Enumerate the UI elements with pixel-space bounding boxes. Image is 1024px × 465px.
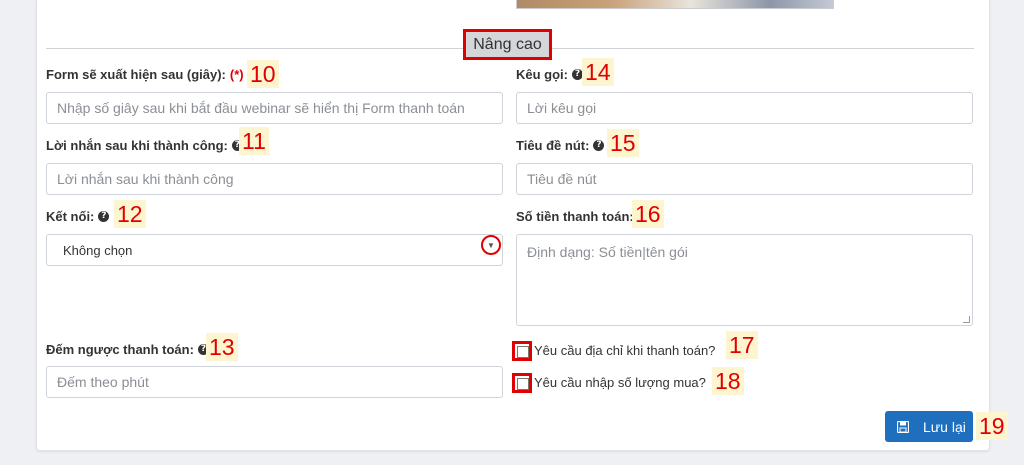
annotation-number-17: 17 <box>726 331 758 359</box>
require-quantity-label: Yêu cầu nhập số lượng mua? <box>534 375 706 390</box>
button-title-label: Tiêu đề nút: ? <box>516 138 605 153</box>
required-marker: (*) <box>229 67 244 82</box>
annotation-number-13: 13 <box>206 333 238 361</box>
annotation-number-19: 19 <box>976 412 1008 440</box>
countdown-label: Đếm ngược thanh toán: ? <box>46 342 209 357</box>
thumbnail-image <box>516 0 834 9</box>
annotation-number-11: 11 <box>239 127 269 155</box>
floppy-disk-icon <box>897 420 909 433</box>
resize-handle-icon[interactable] <box>963 316 970 323</box>
payment-amount-textarea[interactable]: Định dạng: Số tiền|tên gói <box>516 234 973 326</box>
require-address-checkbox[interactable] <box>512 341 532 361</box>
success-message-input[interactable]: Lời nhắn sau khi thành công <box>46 163 503 195</box>
require-quantity-checkbox[interactable] <box>512 373 532 393</box>
annotation-number-18: 18 <box>712 367 744 395</box>
payment-amount-label: Số tiền thanh toán: <box>516 209 634 224</box>
form-delay-input[interactable]: Nhập số giây sau khi bắt đầu webinar sẽ … <box>46 92 503 124</box>
form-delay-label: Form sẽ xuất hiện sau (giây): (*) <box>46 67 244 82</box>
help-icon: ? <box>593 140 605 151</box>
connection-label-text: Kết nối: <box>46 209 95 224</box>
payment-amount-label-text: Số tiền thanh toán: <box>516 209 634 224</box>
annotation-number-12: 12 <box>114 200 146 228</box>
help-icon: ? <box>98 211 110 222</box>
annotation-number-14: 14 <box>582 58 614 86</box>
connection-label: Kết nối: ? <box>46 209 110 224</box>
countdown-input[interactable]: Đếm theo phút <box>46 366 503 398</box>
call-to-action-label-text: Kêu gọi: <box>516 67 568 82</box>
countdown-label-text: Đếm ngược thanh toán: <box>46 342 194 357</box>
call-to-action-input[interactable]: Lời kêu gọi <box>516 92 973 124</box>
payment-amount-placeholder: Định dạng: Số tiền|tên gói <box>527 244 688 260</box>
success-message-label-text: Lời nhắn sau khi thành công: <box>46 138 228 153</box>
save-button[interactable]: Lưu lại <box>885 411 973 442</box>
section-title: Nâng cao <box>463 29 552 60</box>
call-to-action-label: Kêu gọi: ? <box>516 67 583 82</box>
save-button-label: Lưu lại <box>923 418 966 435</box>
annotation-number-16: 16 <box>632 200 664 228</box>
button-title-input[interactable]: Tiêu đề nút <box>516 163 973 195</box>
form-delay-label-text: Form sẽ xuất hiện sau (giây): <box>46 67 226 82</box>
annotation-number-10: 10 <box>247 60 279 88</box>
annotation-number-15: 15 <box>607 129 639 157</box>
chevron-down-icon[interactable]: ▼ <box>481 235 501 255</box>
button-title-label-text: Tiêu đề nút: <box>516 138 590 153</box>
require-address-label: Yêu cầu địa chỉ khi thanh toán? <box>534 343 716 358</box>
connection-select[interactable]: Không chọn <box>46 234 503 266</box>
success-message-label: Lời nhắn sau khi thành công: ? <box>46 138 243 153</box>
